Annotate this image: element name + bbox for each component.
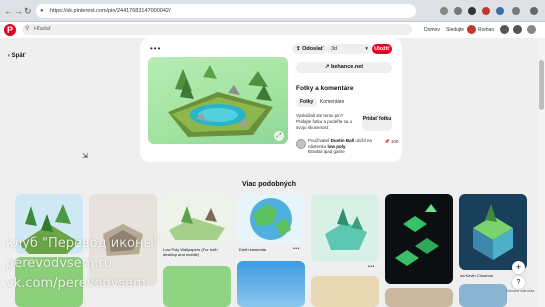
save-button[interactable]: Uložiť bbox=[372, 44, 392, 54]
source-link-label: behance.net bbox=[331, 64, 364, 70]
related-pin[interactable] bbox=[237, 194, 305, 244]
add-photo-prompt: Vyskúšali ste tento pin? Pridajte fotku … bbox=[296, 113, 353, 130]
related-pin[interactable] bbox=[237, 261, 305, 307]
tab-photos[interactable]: Fotky bbox=[296, 98, 318, 107]
reload-icon[interactable]: ↻ bbox=[24, 5, 32, 17]
back-button[interactable]: ‹ Späť bbox=[8, 53, 26, 59]
send-button[interactable]: ⇪ Odoslať bbox=[292, 44, 328, 54]
more-options-icon[interactable]: ••• bbox=[368, 264, 375, 270]
pinterest-logo-icon[interactable]: P bbox=[4, 24, 16, 36]
saved-by-text: Používateľ Dustin Ball uložil na nástenk… bbox=[308, 138, 380, 155]
related-pin[interactable] bbox=[385, 194, 453, 284]
visual-search-icon[interactable]: ⤢ bbox=[274, 131, 284, 141]
menu-icon[interactable] bbox=[530, 7, 538, 15]
scrollbar-thumb[interactable] bbox=[539, 60, 544, 110]
star-icon[interactable] bbox=[440, 7, 448, 15]
extension-icon[interactable] bbox=[454, 7, 462, 15]
related-pin-caption[interactable]: od Kevin Chouhan bbox=[460, 273, 520, 278]
back-label: Späť bbox=[11, 53, 26, 59]
address-bar[interactable]: ● https://sk.pinterest.com/pin/244176831… bbox=[36, 4, 416, 18]
mouse-cursor-icon: ⇲ bbox=[82, 153, 88, 160]
related-pin[interactable] bbox=[459, 194, 527, 270]
avatar[interactable] bbox=[296, 139, 306, 149]
watermark-line: vk.com/perevodvsem bbox=[6, 276, 146, 291]
pin-image[interactable] bbox=[148, 57, 288, 144]
related-pin[interactable] bbox=[385, 288, 453, 307]
related-pin-caption[interactable]: Low Poly Wallpapers (For both desktop an… bbox=[163, 247, 225, 257]
related-pin[interactable] bbox=[311, 194, 379, 262]
address-text: https://sk.pinterest.com/pin/24417683147… bbox=[50, 8, 171, 14]
browser-toolbar: ← → ↻ ● https://sk.pinterest.com/pin/244… bbox=[0, 0, 545, 22]
nav-following[interactable]: Sledujte bbox=[446, 27, 464, 33]
extension-icon[interactable] bbox=[482, 7, 490, 15]
profile-icon[interactable] bbox=[512, 7, 520, 15]
forward-arrow-icon[interactable]: → bbox=[14, 5, 23, 17]
related-pin[interactable] bbox=[311, 276, 379, 307]
add-photo-button[interactable]: Pridať fotku bbox=[362, 113, 392, 131]
saves-count: 📌 100 bbox=[384, 139, 399, 144]
saved-by-suffix: Bowtail ipad game bbox=[308, 149, 345, 154]
extension-icon[interactable] bbox=[468, 7, 476, 15]
help-button[interactable]: ? bbox=[512, 276, 525, 289]
related-pin-image bbox=[163, 194, 231, 244]
send-label: Odoslať bbox=[302, 46, 324, 52]
search-placeholder: Hľadať bbox=[34, 26, 51, 32]
search-icon: ⚲ bbox=[25, 26, 30, 32]
island-illustration bbox=[168, 65, 273, 137]
messages-icon[interactable] bbox=[500, 25, 509, 34]
nav-user[interactable]: Roman bbox=[478, 27, 494, 33]
related-pin-image bbox=[385, 194, 453, 284]
nav-home[interactable]: Domov bbox=[424, 27, 440, 33]
more-like-this-heading: Viac podobných bbox=[242, 181, 296, 188]
create-pin-button[interactable]: + bbox=[512, 261, 525, 274]
source-link-button[interactable]: ↗ behance.net bbox=[296, 62, 392, 73]
board-select[interactable]: 3d ▾ bbox=[327, 44, 371, 54]
related-pin-image bbox=[311, 194, 379, 262]
saved-by-user-link[interactable]: Dustin Ball bbox=[331, 138, 355, 143]
saves-count-value: 100 bbox=[390, 139, 399, 144]
back-arrow-icon[interactable]: ← bbox=[4, 5, 13, 17]
avatar[interactable] bbox=[467, 25, 476, 34]
related-pin[interactable] bbox=[459, 284, 507, 307]
watermark-line: perevodvsem.ru bbox=[6, 256, 113, 271]
related-pin-image bbox=[459, 194, 527, 270]
saved-by-board-link[interactable]: low poly bbox=[328, 144, 346, 149]
board-select-value: 3d bbox=[331, 46, 338, 52]
lock-icon: ● bbox=[40, 8, 44, 14]
tab-comments[interactable]: Komentáre bbox=[320, 98, 344, 107]
related-pin[interactable] bbox=[163, 266, 231, 307]
related-pin[interactable] bbox=[163, 194, 231, 244]
extension-icon[interactable] bbox=[496, 7, 504, 15]
related-pin-caption[interactable]: Earth kamenitá bbox=[239, 247, 295, 252]
watermark-line: клуб "Перевод иконы" bbox=[6, 236, 160, 251]
more-options-button[interactable]: ••• bbox=[150, 44, 161, 53]
more-options-icon[interactable]: ••• bbox=[293, 246, 300, 252]
more-options-icon[interactable] bbox=[527, 25, 536, 34]
search-input[interactable]: ⚲ Hľadať bbox=[22, 24, 412, 35]
notifications-icon[interactable] bbox=[513, 25, 522, 34]
related-pin-image bbox=[237, 194, 305, 244]
saved-by-prefix: Používateľ bbox=[308, 138, 330, 143]
privacy-link[interactable]: Ochrana súkromia bbox=[503, 289, 537, 293]
chevron-down-icon: ▾ bbox=[365, 46, 368, 52]
photos-heading: Fotky a komentáre bbox=[296, 85, 354, 92]
